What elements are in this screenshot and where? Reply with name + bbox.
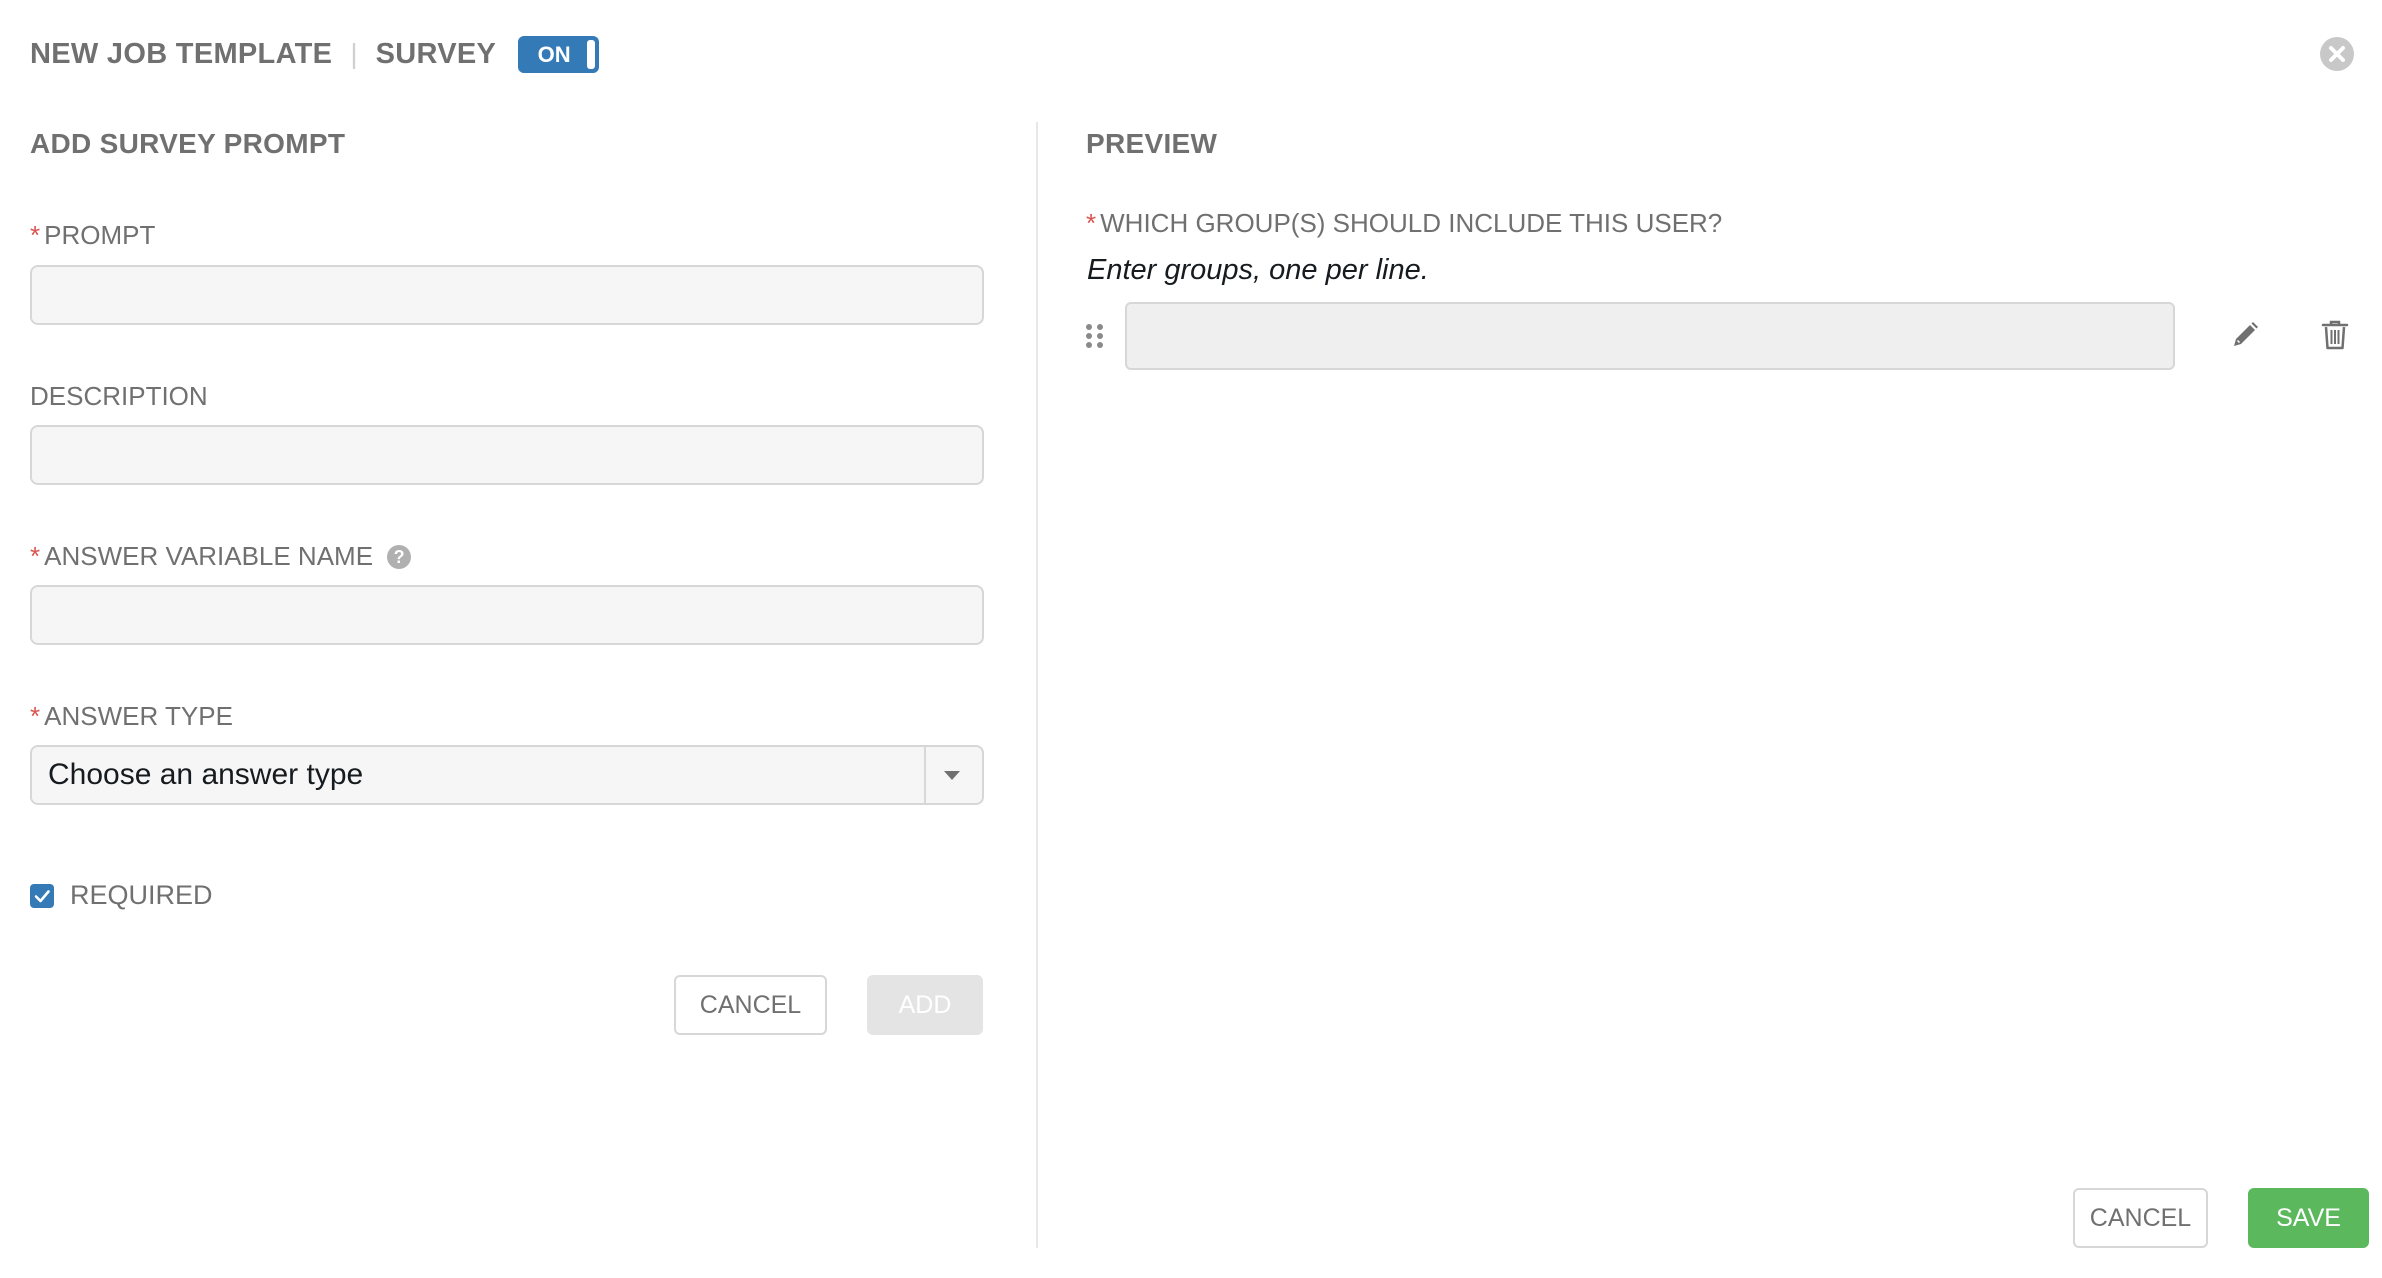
answer-type-label: * ANSWER TYPE [30,701,233,732]
answer-type-select[interactable]: Choose an answer type [30,745,984,805]
required-checkbox[interactable] [30,884,54,908]
close-button[interactable] [2320,37,2354,71]
preview-question-text: WHICH GROUP(S) SHOULD INCLUDE THIS USER? [1100,208,1723,238]
variable-name-label-text: ANSWER VARIABLE NAME [44,541,374,571]
save-button[interactable]: SAVE [2248,1188,2369,1248]
required-marker: * [30,701,41,731]
select-divider [924,747,926,803]
prompt-label: * PROMPT [30,220,155,251]
edit-question-button[interactable] [2228,318,2262,357]
check-icon [34,890,50,903]
answer-type-selected-value: Choose an answer type [48,758,364,791]
cancel-prompt-button[interactable]: CANCEL [674,975,827,1035]
column-divider [1036,122,1038,1248]
modal-header: NEW JOB TEMPLATE | SURVEY ON [30,30,600,78]
description-label: DESCRIPTION [30,381,208,412]
chevron-down-icon [944,771,960,780]
trash-icon [2321,320,2349,350]
pencil-icon [2234,322,2258,346]
preview-answer-textarea [1125,302,2175,370]
preview-question-label: * WHICH GROUP(S) SHOULD INCLUDE THIS USE… [1086,208,1722,239]
prompt-label-text: PROMPT [44,220,156,250]
preview-title: PREVIEW [1086,128,1218,159]
description-input[interactable] [30,425,984,485]
title-separator: | [350,38,358,69]
close-icon [2329,46,2345,62]
page-subtitle: SURVEY [375,37,497,70]
prompt-input[interactable] [30,265,984,325]
survey-enabled-toggle[interactable]: ON [518,35,600,73]
delete-question-button[interactable] [2321,318,2349,357]
add-prompt-button[interactable]: ADD [867,975,983,1035]
answer-variable-name-input[interactable] [30,585,984,645]
cancel-button[interactable]: CANCEL [2073,1188,2208,1248]
required-marker: * [30,541,41,571]
add-survey-prompt-title: ADD SURVEY PROMPT [30,128,346,159]
required-marker: * [30,220,41,250]
variable-name-label: * ANSWER VARIABLE NAME ? [30,541,412,572]
drag-handle-icon[interactable] [1084,323,1106,349]
toggle-label: ON [537,41,571,67]
answer-type-label-text: ANSWER TYPE [44,701,233,731]
page-title: NEW JOB TEMPLATE [30,37,333,70]
toggle-knob [587,39,596,69]
description-label-text: DESCRIPTION [30,381,208,411]
required-checkbox-label[interactable]: REQUIRED [70,880,213,911]
required-marker: * [1086,208,1097,238]
preview-question-description: Enter groups, one per line. [1087,254,1429,286]
help-icon[interactable]: ? [387,544,412,569]
